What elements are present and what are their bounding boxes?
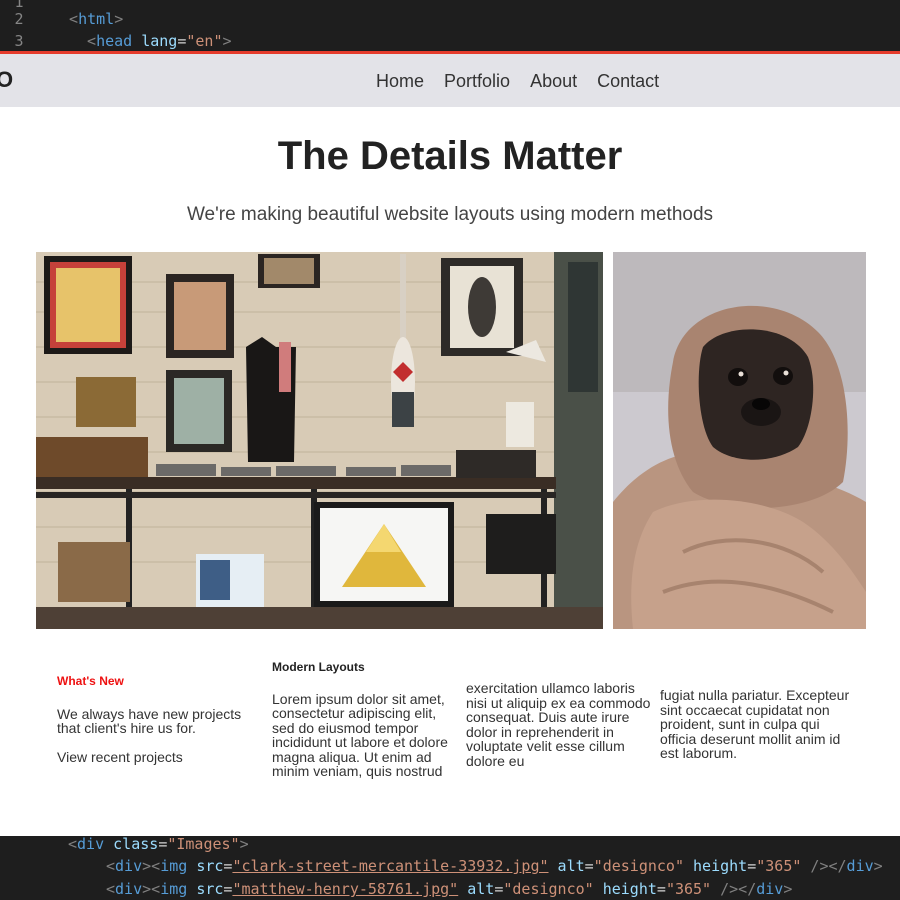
- code-editor-bottom[interactable]: <div class="Images"> <div><img src="clar…: [0, 835, 900, 900]
- code-editor-top[interactable]: 1 2 <html> 3 <head lang="en">: [0, 0, 900, 52]
- hero-subtitle: We're making beautiful website layouts u…: [186, 204, 714, 225]
- pug-illustration: [613, 252, 866, 629]
- head-tag: head: [96, 32, 133, 50]
- lang-attr: lang: [141, 32, 178, 50]
- modern-layouts-column: Modern Layouts Lorem ipsum dolor sit ame…: [272, 660, 462, 779]
- line-number: 2: [14, 10, 24, 28]
- nav-home[interactable]: Home: [376, 71, 424, 92]
- pug-blanket-photo: [613, 252, 866, 629]
- whats-new-text: We always have new projects that client'…: [57, 705, 242, 736]
- modern-layouts-text: Lorem ipsum dolor sit amet, consectetur …: [272, 690, 448, 779]
- src-link[interactable]: "clark-street-mercantile-33932.jpg": [232, 857, 548, 875]
- code-line-2: 2 <html>: [0, 8, 123, 30]
- site-logo[interactable]: O: [0, 67, 13, 93]
- nav-about[interactable]: About: [530, 71, 577, 92]
- code-line-images-div: <div class="Images">: [68, 835, 249, 853]
- site-preview: O Home Portfolio About Contact The Detai…: [0, 54, 900, 836]
- nav-menu: Home Portfolio About Contact: [376, 71, 659, 92]
- store-interior-photo: [36, 252, 603, 629]
- store-interior-illustration: [36, 252, 603, 629]
- hero-title: The Details Matter: [277, 134, 623, 178]
- line-number: 3: [14, 32, 24, 50]
- nav-contact[interactable]: Contact: [597, 71, 659, 92]
- code-line-3: 3 <head lang="en">: [0, 30, 231, 52]
- code-line-img1: <div><img src="clark-street-mercantile-3…: [106, 857, 883, 875]
- nav-portfolio[interactable]: Portfolio: [444, 71, 510, 92]
- whats-new-column: What's New We always have new projects t…: [57, 674, 247, 764]
- site-navbar: O Home Portfolio About Contact: [0, 54, 900, 107]
- lorem-column-2: exercitation ullamco laboris nisi ut ali…: [466, 680, 651, 769]
- modern-layouts-heading: Modern Layouts: [272, 660, 365, 674]
- code-line-img2: <div><img src="matthew-henry-58761.jpg" …: [106, 880, 793, 898]
- view-recent-projects-link[interactable]: View recent projects: [57, 749, 247, 765]
- lang-value: "en": [186, 32, 223, 50]
- lorem-column-3: fugiat nulla pariatur. Excepteur sint oc…: [660, 687, 850, 761]
- html-tag: html: [78, 10, 115, 28]
- src-link[interactable]: "matthew-henry-58761.jpg": [232, 880, 458, 898]
- whats-new-heading: What's New: [57, 674, 124, 688]
